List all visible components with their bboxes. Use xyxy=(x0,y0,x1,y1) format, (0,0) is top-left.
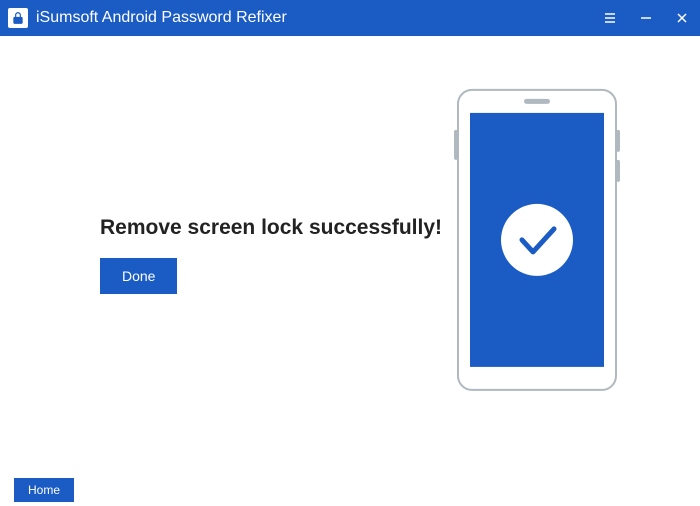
phone-success-illustration xyxy=(440,84,640,399)
home-button[interactable]: Home xyxy=(14,478,74,502)
titlebar: iSumsoft Android Password Refixer xyxy=(0,0,700,36)
titlebar-left: iSumsoft Android Password Refixer xyxy=(8,8,287,28)
menu-icon[interactable] xyxy=(600,8,620,28)
content-area: Remove screen lock successfully! Done xyxy=(0,36,700,473)
app-lock-icon xyxy=(8,8,28,28)
footer: Home xyxy=(0,473,700,506)
done-button[interactable]: Done xyxy=(100,258,177,294)
close-icon[interactable] xyxy=(672,8,692,28)
main-area: Remove screen lock successfully! Done xyxy=(30,66,670,443)
minimize-icon[interactable] xyxy=(636,8,656,28)
app-window: iSumsoft Android Password Refixer xyxy=(0,0,700,506)
text-section: Remove screen lock successfully! Done xyxy=(100,216,442,294)
app-title: iSumsoft Android Password Refixer xyxy=(36,9,287,27)
titlebar-controls xyxy=(600,8,692,28)
success-heading: Remove screen lock successfully! xyxy=(100,216,442,240)
